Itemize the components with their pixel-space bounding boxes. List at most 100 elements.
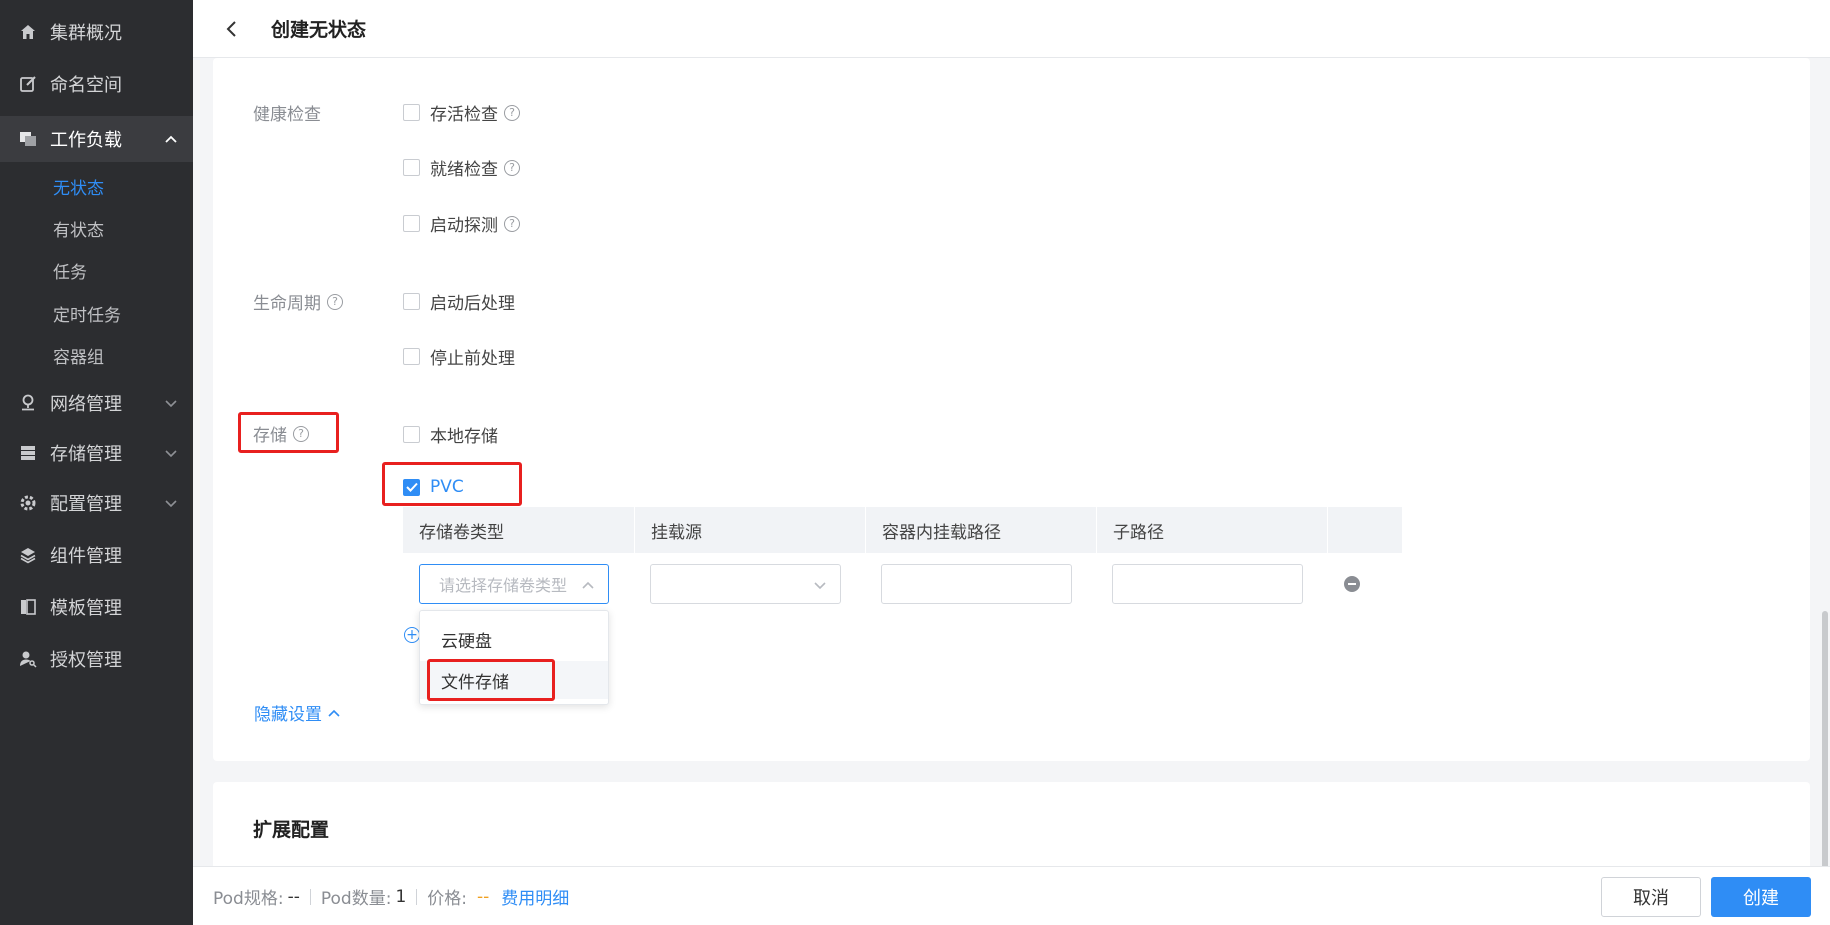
- help-icon[interactable]: ?: [293, 425, 309, 442]
- storage-label: 存储 ?: [253, 421, 309, 446]
- local-storage-checkbox[interactable]: 本地存储: [403, 422, 498, 447]
- sidebar-subitem-job[interactable]: 任务: [0, 250, 193, 290]
- checkbox-box[interactable]: [403, 215, 420, 232]
- hide-settings-link[interactable]: 隐藏设置: [254, 700, 342, 725]
- sidebar-item-label: 集群概况: [50, 23, 122, 44]
- lifecycle-label: 生命周期 ?: [253, 289, 343, 314]
- storage-label-text: 存储: [253, 426, 287, 446]
- health-check-label: 健康检查: [253, 100, 321, 125]
- scrollbar[interactable]: [1820, 58, 1830, 923]
- sidebar-item-namespace[interactable]: 命名空间: [0, 62, 193, 106]
- chevron-up-icon: [165, 135, 177, 143]
- checkbox-label: 就绪检查: [430, 160, 498, 180]
- extension-config-card: [213, 782, 1810, 872]
- fee-detail-link[interactable]: 费用明细: [501, 884, 569, 909]
- sidebar-item-label: 组件管理: [50, 546, 122, 567]
- sidebar-item-config[interactable]: 配置管理: [0, 481, 193, 525]
- sidebar-subitem-cronjob[interactable]: 定时任务: [0, 293, 193, 333]
- remove-row-icon[interactable]: [1344, 576, 1360, 592]
- sidebar-item-authorization[interactable]: 授权管理: [0, 637, 193, 681]
- checkbox-label: 存活检查: [430, 105, 498, 125]
- chevron-down-icon: [165, 450, 177, 458]
- footer-bar: Pod规格: -- Pod数量: 1 价格: -- 费用明细 取消 创建: [193, 866, 1830, 925]
- create-button[interactable]: 创建: [1711, 877, 1811, 917]
- network-icon: [18, 393, 38, 413]
- mount-source-select[interactable]: [650, 564, 841, 604]
- checkbox-label: 停止前处理: [430, 349, 515, 369]
- checkbox-checked[interactable]: [403, 478, 420, 496]
- sidebar-item-cluster-overview[interactable]: 集群概况: [0, 10, 193, 54]
- sidebar-item-label: 模板管理: [50, 598, 122, 619]
- readiness-check-checkbox[interactable]: 就绪检查 ?: [403, 155, 520, 180]
- hide-settings-label: 隐藏设置: [254, 705, 322, 725]
- sidebar: 集群概况 命名空间 工作负载 无状态 有状态 任务 定时任务 容器组 网络管理 …: [0, 0, 193, 925]
- mount-path-input[interactable]: [881, 564, 1072, 604]
- chevron-up-icon: [582, 581, 594, 589]
- chevron-down-icon: [165, 400, 177, 408]
- sidebar-subitem-pod[interactable]: 容器组: [0, 335, 193, 375]
- volume-table-header: 存储卷类型 挂载源 容器内挂载路径 子路径: [403, 507, 1402, 553]
- column-header: 存储卷类型: [403, 507, 635, 553]
- edit-icon: [18, 74, 38, 94]
- pod-spec-label: Pod规格:: [213, 889, 284, 909]
- column-header-actions: [1328, 507, 1402, 553]
- sidebar-item-templates[interactable]: 模板管理: [0, 585, 193, 629]
- sidebar-item-label: 配置管理: [50, 494, 122, 515]
- pod-spec-value: --: [287, 886, 300, 907]
- back-arrow-icon[interactable]: [225, 19, 245, 39]
- volume-type-dropdown: 云硬盘 文件存储: [419, 610, 609, 705]
- sidebar-item-label: 命名空间: [50, 75, 122, 96]
- dropdown-option-cloud-disk[interactable]: 云硬盘: [420, 620, 608, 658]
- subpath-input[interactable]: [1112, 564, 1303, 604]
- checkbox-box[interactable]: [403, 159, 420, 176]
- checkbox-box[interactable]: [403, 104, 420, 121]
- sidebar-item-storage[interactable]: 存储管理: [0, 431, 193, 475]
- pre-stop-checkbox[interactable]: 停止前处理: [403, 344, 515, 369]
- sidebar-subitem-stateful[interactable]: 有状态: [0, 208, 193, 248]
- liveness-check-checkbox[interactable]: 存活检查 ?: [403, 100, 520, 125]
- column-header: 子路径: [1097, 507, 1328, 553]
- page-title: 创建无状态: [271, 19, 367, 41]
- sidebar-item-components[interactable]: 组件管理: [0, 533, 193, 577]
- storage-icon: [18, 443, 38, 463]
- checkbox-label: 启动后处理: [430, 294, 515, 314]
- pricing-summary: Pod规格: -- Pod数量: 1 价格: -- 费用明细: [213, 867, 569, 925]
- divider: [416, 888, 418, 905]
- startup-probe-checkbox[interactable]: 启动探测 ?: [403, 211, 520, 236]
- price-value: --: [477, 886, 490, 907]
- section-title: 扩展配置: [253, 819, 330, 841]
- checkbox-box[interactable]: [403, 293, 420, 310]
- help-icon[interactable]: ?: [504, 159, 520, 176]
- cancel-button[interactable]: 取消: [1601, 877, 1701, 917]
- user-key-icon: [18, 649, 38, 669]
- help-icon[interactable]: ?: [504, 215, 520, 232]
- add-row-icon[interactable]: +: [404, 627, 420, 643]
- column-header: 容器内挂载路径: [866, 507, 1097, 553]
- select-placeholder: 请选择存储卷类型: [439, 576, 568, 595]
- dropdown-option-file-storage[interactable]: 文件存储: [420, 661, 608, 699]
- checkbox-label: 启动探测: [430, 216, 498, 236]
- sidebar-item-label: 存储管理: [50, 444, 122, 465]
- sidebar-item-label: 工作负载: [50, 130, 122, 151]
- sidebar-subitem-stateless[interactable]: 无状态: [0, 166, 193, 206]
- divider: [309, 888, 311, 905]
- checkbox-label: 本地存储: [430, 427, 498, 447]
- help-icon[interactable]: ?: [504, 104, 520, 121]
- checkbox-box[interactable]: [403, 348, 420, 365]
- page-header: 创建无状态: [193, 0, 1830, 58]
- health-check-label-text: 健康检查: [253, 105, 321, 125]
- sidebar-item-label: 网络管理: [50, 394, 122, 415]
- pod-count-label: Pod数量:: [320, 889, 392, 909]
- sidebar-item-label: 授权管理: [50, 650, 122, 671]
- pvc-checkbox[interactable]: PVC: [403, 477, 464, 497]
- post-start-checkbox[interactable]: 启动后处理: [403, 289, 515, 314]
- stack-icon: [18, 545, 38, 565]
- checkbox-box[interactable]: [403, 426, 420, 443]
- layers-icon: [18, 129, 38, 149]
- column-header: 挂载源: [635, 507, 866, 553]
- volume-type-select[interactable]: 请选择存储卷类型: [419, 564, 609, 604]
- help-icon[interactable]: ?: [327, 293, 343, 310]
- checkbox-label: PVC: [430, 477, 464, 497]
- sidebar-item-network[interactable]: 网络管理: [0, 381, 193, 425]
- sidebar-item-workload[interactable]: 工作负载: [0, 116, 193, 162]
